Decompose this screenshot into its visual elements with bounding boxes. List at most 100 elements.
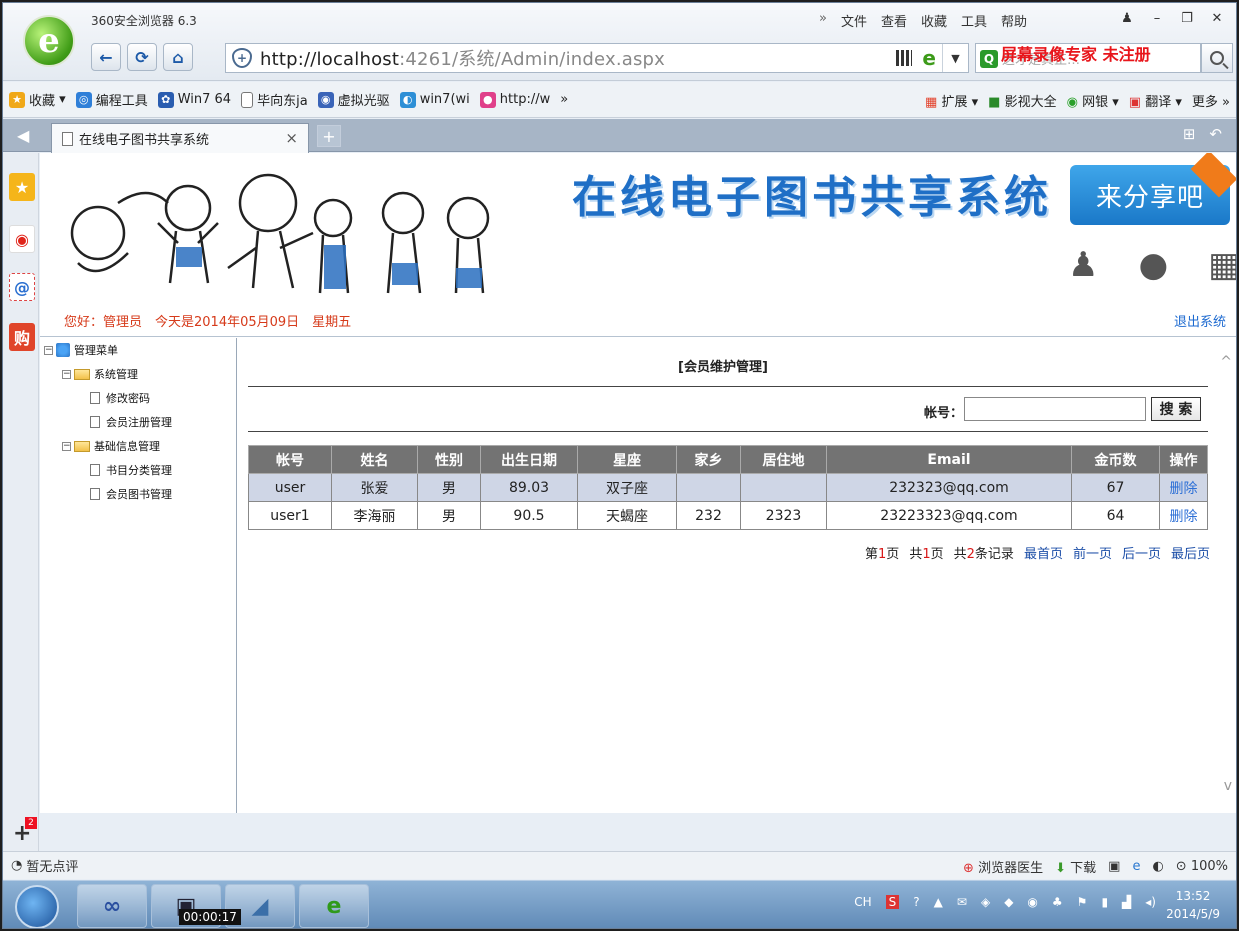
menu-help[interactable]: 帮助 [1001,11,1027,30]
restore-button[interactable]: ❐ [1174,7,1200,29]
collapse-icon[interactable]: − [62,441,71,451]
video-button[interactable]: ■ 影视大全 [988,91,1056,110]
download-button[interactable]: ⬇ 下载 [1055,857,1096,876]
account-search-input[interactable] [964,397,1146,421]
search-engine-icon[interactable]: Q [980,50,998,68]
mail-icon[interactable]: @ [9,273,35,301]
greeting-text: 您好：管理员 今天是2014年05月09日 星期五 [64,315,352,330]
tree-item-member-books[interactable]: 会员图书管理 [90,486,172,502]
power-icon[interactable]: ▮ [1101,895,1108,909]
menu-favorites[interactable]: 收藏 [921,11,947,30]
search-button[interactable] [1201,43,1233,73]
tab-scroll-left-icon[interactable]: ◀ [17,126,29,145]
shopping-icon[interactable]: 购 [9,323,35,351]
menu-file[interactable]: 文件 [841,11,867,30]
taskbar-clock[interactable]: 13:52 2014/5/9 [1166,887,1220,923]
sound-icon[interactable]: ◐ [1152,859,1163,874]
skin-icon[interactable]: ♟ [1114,7,1140,29]
network-app-icon[interactable]: ✉ [957,895,967,909]
collapse-icon[interactable]: − [62,369,71,379]
bookmark-http[interactable]: ● http://w [479,91,550,108]
tree-item-book-category[interactable]: 书目分类管理 [90,462,172,478]
compat-icon[interactable]: ▣ [1108,859,1120,874]
browser-doctor-button[interactable]: ⊕ 浏览器医生 [963,857,1043,876]
ie-icon[interactable]: e [1132,859,1140,874]
tab-close-button[interactable]: × [285,129,298,147]
taskbar-visual-studio[interactable]: ∞ [77,884,147,928]
prev-page-link[interactable]: 前一页 [1073,543,1112,562]
more-button[interactable]: 更多 » [1192,91,1230,110]
bookmark-programming-tools[interactable]: ◎ 编程工具 [75,90,148,109]
address-dropdown-icon[interactable]: ▼ [942,44,968,72]
volume-icon[interactable]: ◂) [1145,895,1156,909]
bookmark-win7[interactable]: ✿ Win7 64 [157,91,231,108]
site-banner: 在线电子图书共享系统 来分享吧 ♟ ● ▦ 您好：管理员 今天是2014年05月… [40,153,1236,337]
main-content: [会员维护管理] 帐号： 搜 索 帐号 姓名 性别 出生日期 星座 家乡 居住地… [238,338,1236,813]
translate-button[interactable]: ▣ 翻译 ▾ [1129,91,1182,110]
cell-birthdate: 89.03 [480,473,578,502]
browser-logo-icon[interactable]: e [23,15,75,67]
address-url[interactable]: http://localhost:4261/系统/Admin/index.asp… [260,45,665,71]
scroll-down-icon[interactable]: v [1224,778,1232,794]
status-comment[interactable]: 暂无点评 [26,856,78,875]
tree-group-basic-info[interactable]: − 基础信息管理 [62,438,160,454]
undo-close-icon[interactable]: ↶ [1209,125,1222,143]
bookmark-win7-site[interactable]: ◐ win7(wi [399,91,470,108]
input-language[interactable]: CH [854,895,871,909]
cell-zodiac: 双子座 [577,473,677,502]
minimize-button[interactable]: – [1144,7,1170,29]
menu-tools[interactable]: 工具 [961,11,987,30]
tray-expand-icon[interactable]: ▲ [934,895,943,909]
favorites-star-icon[interactable]: ★ [9,173,35,201]
security-icon[interactable]: ◈ [981,895,990,909]
bookmark-virtual-drive[interactable]: ◉ 虚拟光驱 [317,90,390,109]
bookmark-favorites[interactable]: ★ 收藏 ▾ [9,90,66,109]
tree-item-member-registration[interactable]: 会员注册管理 [90,414,172,430]
shield-icon[interactable]: ◆ [1004,895,1013,909]
weibo-icon[interactable]: ◉ [9,225,35,253]
help-icon[interactable]: ? [913,895,919,909]
taskbar-360-browser[interactable]: e [299,884,369,928]
delete-link[interactable]: 删除 [1159,473,1208,502]
member-table: 帐号 姓名 性别 出生日期 星座 家乡 居住地 Email 金币数 操作 use [248,445,1208,530]
flag-icon[interactable]: ⚑ [1077,895,1088,909]
ime-icon[interactable]: S [885,895,900,909]
zoom-control[interactable]: ⊙ 100% [1176,859,1228,874]
cell-email: 23223323@qq.com [826,501,1072,530]
new-tab-button[interactable]: + [317,125,341,147]
menu-view[interactable]: 查看 [881,11,907,30]
last-page-link[interactable]: 最后页 [1171,543,1210,562]
column-header: 帐号 [248,445,332,474]
close-window-button[interactable]: ✕ [1204,7,1230,29]
bookmark-bixiangdong[interactable]: 毕向东ja [241,90,308,109]
browser-mode-icon[interactable]: e [922,46,936,70]
address-bar[interactable]: + http://localhost:4261/系统/Admin/index.a… [225,43,969,73]
tree-root[interactable]: − 管理菜单 [44,342,118,358]
account-search-button[interactable]: 搜 索 [1151,397,1201,421]
cell-name: 张爱 [331,473,418,502]
tab-ebook-system[interactable]: 在线电子图书共享系统 × [51,123,309,153]
back-button[interactable]: ← [91,43,121,71]
start-button[interactable] [15,885,59,928]
refresh-button[interactable]: ⟳ [127,43,157,71]
share-button[interactable]: 来分享吧 [1070,153,1236,225]
extensions-button[interactable]: ▦ 扩展 ▾ [925,91,978,110]
tree-group-system[interactable]: − 系统管理 [62,366,138,382]
logout-link[interactable]: 退出系统 [1174,311,1226,330]
security-shield-icon[interactable]: + [232,48,252,68]
menu-overflow-icon[interactable]: » [819,11,827,30]
home-button[interactable]: ⌂ [163,43,193,71]
delete-link[interactable]: 删除 [1159,501,1208,530]
guard-icon[interactable]: ◉ [1027,895,1037,909]
restore-tab-icon[interactable]: ⊞ [1183,125,1196,143]
scroll-up-icon[interactable]: ^ [1220,354,1232,370]
next-page-link[interactable]: 后一页 [1122,543,1161,562]
qq-icon[interactable]: ♣ [1052,895,1063,909]
tree-item-change-password[interactable]: 修改密码 [90,390,150,406]
signal-icon[interactable]: ▟ [1122,895,1131,909]
qr-code-icon[interactable] [896,50,912,66]
first-page-link[interactable]: 最首页 [1024,543,1063,562]
bookmarks-overflow[interactable]: » [560,92,568,107]
bank-button[interactable]: ◉ 网银 ▾ [1067,91,1119,110]
collapse-icon[interactable]: − [44,345,53,355]
